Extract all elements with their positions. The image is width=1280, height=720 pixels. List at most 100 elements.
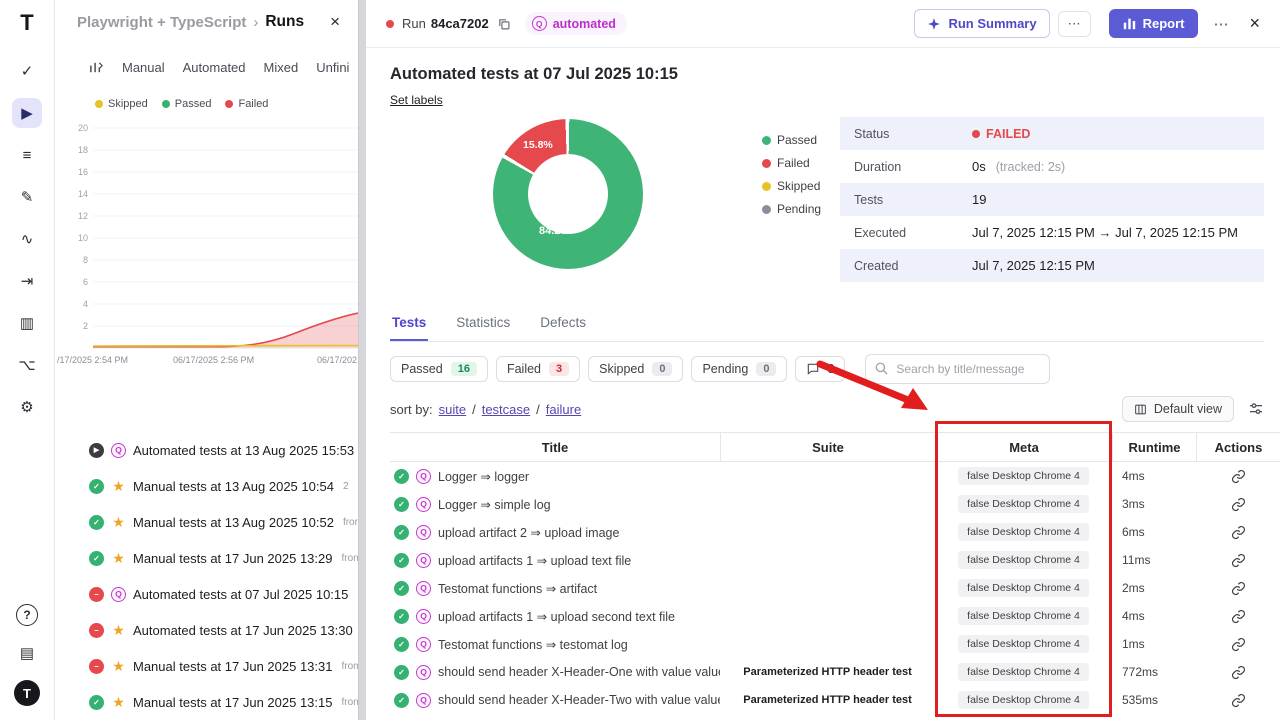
run-list-item[interactable]: – ★ Manual tests at 17 Jun 2025 13:31 fr… xyxy=(55,648,358,684)
sidebar-item-suites[interactable]: ≡ xyxy=(12,140,42,170)
link-icon[interactable] xyxy=(1231,609,1246,624)
bar-chart-icon: ▥ xyxy=(20,314,34,332)
svg-text:18: 18 xyxy=(78,145,88,155)
chart-filter-icon[interactable] xyxy=(89,60,104,75)
header-suite[interactable]: Suite xyxy=(720,433,935,461)
test-title: should send header X-Header-Two with val… xyxy=(438,693,720,707)
tab-statistics[interactable]: Statistics xyxy=(454,309,512,341)
automated-q-icon: Q xyxy=(416,469,431,484)
sidebar-item-runs[interactable]: ▶ xyxy=(12,98,42,128)
sort-by-failure-link[interactable]: failure xyxy=(546,402,581,417)
table-row[interactable]: ✓Qshould send header X-Header-Two with v… xyxy=(390,686,1280,714)
sort-by-suite-link[interactable]: suite xyxy=(439,402,466,417)
svg-text:2: 2 xyxy=(83,321,88,331)
table-row[interactable]: ✓QLogger ⇒ logger false Desktop Chrome 4… xyxy=(390,462,1280,490)
run-list-item[interactable]: ✓ ★ Manual tests at 13 Aug 2025 10:54 2 xyxy=(55,468,358,504)
link-icon[interactable] xyxy=(1231,637,1246,652)
column-settings-icon[interactable] xyxy=(1248,401,1264,417)
meta-badge: false Desktop Chrome 4 xyxy=(958,635,1089,653)
sidebar-item-branches[interactable]: ⌥ xyxy=(12,350,42,380)
docs-icon[interactable]: ▤ xyxy=(12,638,42,668)
duration-value: 0s xyxy=(972,159,986,174)
run-info-table: Status FAILED Duration 0s(tracked: 2s) T… xyxy=(840,117,1264,282)
header-actions[interactable]: Actions xyxy=(1196,433,1280,461)
run-list-item[interactable]: ✓ ★ Manual tests at 17 Jun 2025 13:29 fr… xyxy=(55,540,358,576)
more-options-button-2[interactable]: ⋯ xyxy=(1206,11,1235,37)
run-list-item[interactable]: ▶ Q Automated tests at 13 Aug 2025 15:53 xyxy=(55,432,358,468)
default-view-button[interactable]: Default view xyxy=(1122,396,1234,422)
link-icon[interactable] xyxy=(1231,469,1246,484)
table-row[interactable]: ✓Qupload artifact 2 ⇒ upload image false… xyxy=(390,518,1280,546)
info-row-created: Created Jul 7, 2025 12:15 PM xyxy=(840,249,1264,282)
sidebar-item-analytics[interactable]: ▥ xyxy=(12,308,42,338)
test-runtime: 3ms xyxy=(1112,497,1196,511)
runs-trend-chart: 20 18 16 14 12 10 8 6 4 2 /17/2025 2:54 … xyxy=(55,120,358,372)
drawer-topbar: Run 84ca7202 Q automated Run Summary ⋯ R… xyxy=(366,0,1280,48)
header-meta[interactable]: Meta xyxy=(935,433,1112,461)
chip-comments[interactable]: 3 xyxy=(795,356,845,382)
link-icon[interactable] xyxy=(1231,553,1246,568)
avatar[interactable]: T xyxy=(14,680,40,706)
automated-badge[interactable]: Q automated xyxy=(525,12,627,35)
branch-icon: ⌥ xyxy=(18,356,35,374)
report-button[interactable]: Report xyxy=(1109,9,1199,38)
failed-status-icon: – xyxy=(89,659,104,674)
passed-status-icon: ✓ xyxy=(89,695,104,710)
tab-manual[interactable]: Manual xyxy=(122,60,165,75)
chip-pending[interactable]: Pending0 xyxy=(691,356,787,382)
legend-failed: Failed xyxy=(762,156,821,170)
link-icon[interactable] xyxy=(1231,665,1246,680)
chip-passed[interactable]: Passed16 xyxy=(390,356,488,382)
manual-burst-icon: ★ xyxy=(111,515,126,530)
chip-failed[interactable]: Failed3 xyxy=(496,356,580,382)
sidebar-item-compose[interactable]: ✎ xyxy=(12,182,42,212)
breadcrumb-project[interactable]: Playwright + TypeScript xyxy=(77,14,246,31)
table-view-icon xyxy=(1134,403,1147,416)
automated-q-icon: Q xyxy=(111,587,126,602)
run-list-item[interactable]: ✓ ★ Manual tests at 13 Aug 2025 10:52 fr… xyxy=(55,504,358,540)
runs-filter-tabs: Manual Automated Mixed Unfini xyxy=(55,52,358,82)
tab-unfinished[interactable]: Unfini xyxy=(316,60,349,75)
run-summary-button[interactable]: Run Summary xyxy=(914,9,1049,38)
link-icon[interactable] xyxy=(1231,525,1246,540)
sort-by-testcase-link[interactable]: testcase xyxy=(482,402,530,417)
run-list-item[interactable]: – ★ Automated tests at 17 Jun 2025 13:30 xyxy=(55,612,358,648)
link-icon[interactable] xyxy=(1231,581,1246,596)
header-runtime[interactable]: Runtime xyxy=(1112,433,1196,461)
run-id: 84ca7202 xyxy=(431,16,489,31)
table-row[interactable]: ✓QTestomat functions ⇒ testomat log fals… xyxy=(390,630,1280,658)
tab-defects[interactable]: Defects xyxy=(538,309,588,341)
test-title: should send header X-Header-One with val… xyxy=(438,665,720,679)
run-list-item-selected[interactable]: – Q Automated tests at 07 Jul 2025 10:15 xyxy=(55,576,358,612)
set-labels-link[interactable]: Set labels xyxy=(390,93,443,107)
header-title[interactable]: Title xyxy=(390,440,720,455)
sidebar-item-settings[interactable]: ⚙ xyxy=(12,392,42,422)
tab-mixed[interactable]: Mixed xyxy=(264,60,299,75)
failed-dot xyxy=(972,130,980,138)
panel-divider[interactable] xyxy=(358,0,366,720)
chip-skipped[interactable]: Skipped0 xyxy=(588,356,683,382)
sidebar-item-import[interactable]: ⇥ xyxy=(12,266,42,296)
test-title: upload artifacts 1 ⇒ upload second text … xyxy=(438,609,675,624)
table-row[interactable]: ✓Qshould send header X-Header-One with v… xyxy=(390,658,1280,686)
copy-icon[interactable] xyxy=(497,17,511,31)
passed-dot xyxy=(762,136,771,145)
results-donut-chart: 15.8% 84.2% xyxy=(493,119,643,269)
table-row[interactable]: ✓QLogger ⇒ simple log false Desktop Chro… xyxy=(390,490,1280,518)
link-icon[interactable] xyxy=(1231,497,1246,512)
sidebar-item-tasks[interactable]: ✓ xyxy=(12,56,42,86)
close-icon[interactable]: × xyxy=(1243,11,1266,36)
table-row[interactable]: ✓QTestomat functions ⇒ artifact false De… xyxy=(390,574,1280,602)
run-list-item[interactable]: ✓ ★ Manual tests at 17 Jun 2025 13:15 fr… xyxy=(55,684,358,720)
table-row[interactable]: ✓Qupload artifacts 1 ⇒ upload text file … xyxy=(390,546,1280,574)
close-icon[interactable]: × xyxy=(326,10,344,34)
search-input[interactable] xyxy=(865,354,1050,384)
more-options-button[interactable]: ⋯ xyxy=(1058,11,1091,37)
tab-automated[interactable]: Automated xyxy=(183,60,246,75)
help-icon[interactable]: ? xyxy=(16,604,38,626)
sidebar-item-pulse[interactable]: ∿ xyxy=(12,224,42,254)
tab-tests[interactable]: Tests xyxy=(390,309,428,341)
table-row[interactable]: ✓Qupload artifacts 1 ⇒ upload second tex… xyxy=(390,602,1280,630)
link-icon[interactable] xyxy=(1231,693,1246,708)
sidebar-nav: ✓ ▶ ≡ ✎ ∿ ⇥ ▥ ⌥ ⚙ xyxy=(12,56,42,422)
